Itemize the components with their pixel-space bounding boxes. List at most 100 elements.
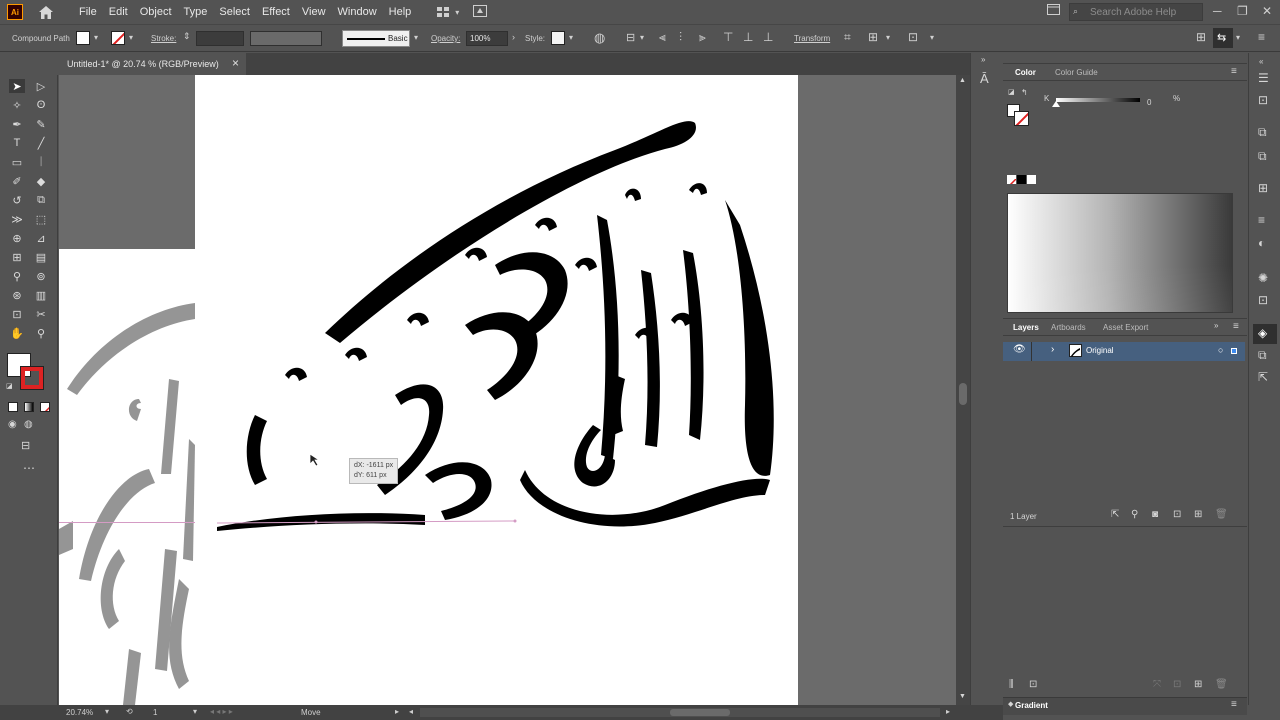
- close-tab-icon[interactable]: ×: [232, 56, 239, 70]
- zoom-dropdown-icon[interactable]: ▾: [105, 707, 109, 716]
- maximize-icon[interactable]: ❐: [1237, 4, 1248, 18]
- libraries-panel-icon[interactable]: ⊡: [1258, 93, 1268, 107]
- isolate-icon[interactable]: ⌗: [844, 30, 851, 45]
- tab-color[interactable]: Color: [1009, 68, 1042, 77]
- tab-layers[interactable]: Layers: [1009, 323, 1043, 332]
- new-item-icon[interactable]: ⊞: [1194, 679, 1202, 690]
- align-to-icon[interactable]: ⊟: [626, 31, 635, 44]
- align-vcenter-icon[interactable]: ⊥: [743, 30, 753, 44]
- blend-tool-icon[interactable]: ⊚: [33, 269, 49, 283]
- make-clipping-mask-icon[interactable]: ◙: [1152, 509, 1158, 520]
- menu-file[interactable]: File: [73, 6, 103, 18]
- k-slider-thumb[interactable]: [1052, 101, 1060, 107]
- stroke-weight-field[interactable]: [196, 31, 244, 46]
- calligraphy-artwork[interactable]: [195, 75, 798, 705]
- fill-swatch[interactable]: [76, 31, 90, 45]
- k-slider-track[interactable]: [1056, 98, 1140, 102]
- asset-export-panel-icon[interactable]: ⇱: [1258, 370, 1268, 384]
- pathfinder-panel-icon[interactable]: ⧉: [1258, 149, 1267, 164]
- black-swatch[interactable]: [1017, 175, 1026, 184]
- artboard-tool-icon[interactable]: ⊡: [9, 307, 25, 321]
- artboard-number[interactable]: 1: [153, 708, 157, 717]
- rotate-view-icon[interactable]: ⟲: [126, 707, 133, 716]
- document-tab[interactable]: Untitled-1* @ 20.74 % (RGB/Preview) ×: [60, 53, 246, 75]
- home-icon[interactable]: [39, 6, 53, 19]
- place-icon[interactable]: ⊡: [1029, 679, 1037, 690]
- opacity-field[interactable]: 100%: [466, 31, 508, 46]
- graphic-style-swatch[interactable]: [551, 31, 565, 45]
- horizontal-scroll-thumb[interactable]: [670, 709, 730, 716]
- artboard-dropdown-icon[interactable]: ▾: [193, 707, 197, 716]
- selection-tool-icon[interactable]: ➤: [9, 79, 25, 93]
- menu-help[interactable]: Help: [383, 6, 418, 18]
- style-dropdown-icon[interactable]: ▾: [569, 33, 573, 42]
- opacity-label[interactable]: Opacity:: [431, 34, 460, 43]
- expand-layer-icon[interactable]: ›: [1051, 344, 1054, 355]
- shape-builder-tool-icon[interactable]: ⊕: [9, 231, 25, 245]
- align-left-icon[interactable]: ⫷: [659, 30, 666, 45]
- hand-tool-icon[interactable]: ✋: [9, 326, 25, 340]
- workspace-icon[interactable]: [1047, 4, 1060, 18]
- draw-inside-icon[interactable]: ◍: [24, 419, 33, 430]
- close-icon[interactable]: ✕: [1262, 4, 1272, 18]
- scale-tool-icon[interactable]: ⧉: [33, 193, 49, 207]
- slice-tool-icon[interactable]: ✂: [33, 307, 49, 321]
- shaper-tool-icon[interactable]: ✐: [9, 174, 25, 188]
- locate-object-icon[interactable]: ⚲: [1131, 509, 1138, 520]
- arrange-dropdown-icon[interactable]: ▾: [886, 33, 890, 42]
- rotate-tool-icon[interactable]: ↺: [9, 193, 25, 207]
- search-input[interactable]: Search Adobe Help: [1069, 3, 1203, 21]
- variable-width-profile[interactable]: [250, 31, 322, 46]
- default-fill-stroke-icon[interactable]: ◪: [1008, 88, 1015, 96]
- libraries-icon[interactable]: ⫼: [1009, 679, 1014, 690]
- character-panel-icon[interactable]: Ā: [980, 71, 989, 86]
- pen-tool-icon[interactable]: ✒: [9, 117, 25, 131]
- menu-window[interactable]: Window: [332, 6, 383, 18]
- layer-name[interactable]: Original: [1086, 346, 1114, 355]
- symbols-panel-icon[interactable]: ✺: [1258, 271, 1268, 285]
- screen-mode-icon[interactable]: ⊟: [21, 439, 30, 452]
- layer-selection-indicator[interactable]: [1231, 348, 1237, 354]
- brush-definition[interactable]: Basic: [342, 30, 410, 47]
- strip-collapse-icon[interactable]: «: [1259, 57, 1263, 66]
- tab-color-guide[interactable]: Color Guide: [1049, 68, 1104, 77]
- scroll-down-icon[interactable]: ▼: [959, 693, 966, 700]
- layers-panel-button[interactable]: ◈: [1253, 324, 1277, 344]
- default-colors-icon[interactable]: ◪: [6, 382, 13, 390]
- chevron-down-icon[interactable]: ▾: [455, 8, 459, 17]
- gradient-panel-title[interactable]: Gradient: [1015, 701, 1048, 710]
- draw-mode-icon[interactable]: ◉: [8, 419, 17, 430]
- scroll-up-icon[interactable]: ▲: [959, 77, 966, 84]
- menu-type[interactable]: Type: [178, 6, 214, 18]
- gradient-menu-icon[interactable]: ≡: [1231, 699, 1237, 710]
- direct-selection-tool-icon[interactable]: ▷: [33, 79, 49, 93]
- unlink-icon[interactable]: ⤧: [1153, 679, 1161, 690]
- paintbrush-tool-icon[interactable]: ᛁ: [33, 155, 49, 169]
- stroke-panel-icon[interactable]: ≡: [1258, 213, 1265, 227]
- line-tool-icon[interactable]: ╱: [33, 136, 49, 150]
- edit-toolbar-icon[interactable]: ⋯: [23, 461, 35, 475]
- scroll-left-icon[interactable]: ◂: [409, 707, 413, 716]
- puppet-warp-icon[interactable]: ⊡: [908, 30, 918, 44]
- tab-artboards[interactable]: Artboards: [1047, 323, 1090, 332]
- fill-dropdown-icon[interactable]: ▾: [94, 33, 98, 42]
- swatches-panel-icon[interactable]: ⊞: [1258, 181, 1268, 195]
- swap-fill-stroke-icon[interactable]: ↰: [1021, 88, 1028, 97]
- perspective-grid-tool-icon[interactable]: ⊿: [33, 231, 49, 245]
- brush-dropdown-icon[interactable]: ▾: [414, 33, 418, 42]
- k-value-field[interactable]: 0: [1147, 92, 1169, 107]
- eraser-tool-icon[interactable]: ◆: [33, 174, 49, 188]
- eyedropper-tool-icon[interactable]: ⚲: [9, 269, 25, 283]
- artboard[interactable]: [195, 75, 798, 705]
- panel-menu-icon[interactable]: ≡: [1231, 66, 1237, 77]
- more-options-icon[interactable]: ▾: [930, 33, 934, 42]
- align-top-icon[interactable]: ⊤: [723, 30, 733, 44]
- stroke-swatch[interactable]: [111, 31, 125, 45]
- graphic-styles-panel-icon[interactable]: ⊡: [1258, 293, 1268, 307]
- vertical-scroll-thumb[interactable]: [959, 383, 967, 405]
- scroll-right-icon[interactable]: ▸: [946, 707, 950, 716]
- horizontal-scrollbar[interactable]: [420, 708, 940, 717]
- create-sublayer-icon[interactable]: ⊡: [1173, 509, 1181, 520]
- control-bar-toggle[interactable]: ⇆: [1213, 28, 1233, 48]
- canvas-area[interactable]: dX: -1611 px dY: 611 px: [59, 75, 956, 705]
